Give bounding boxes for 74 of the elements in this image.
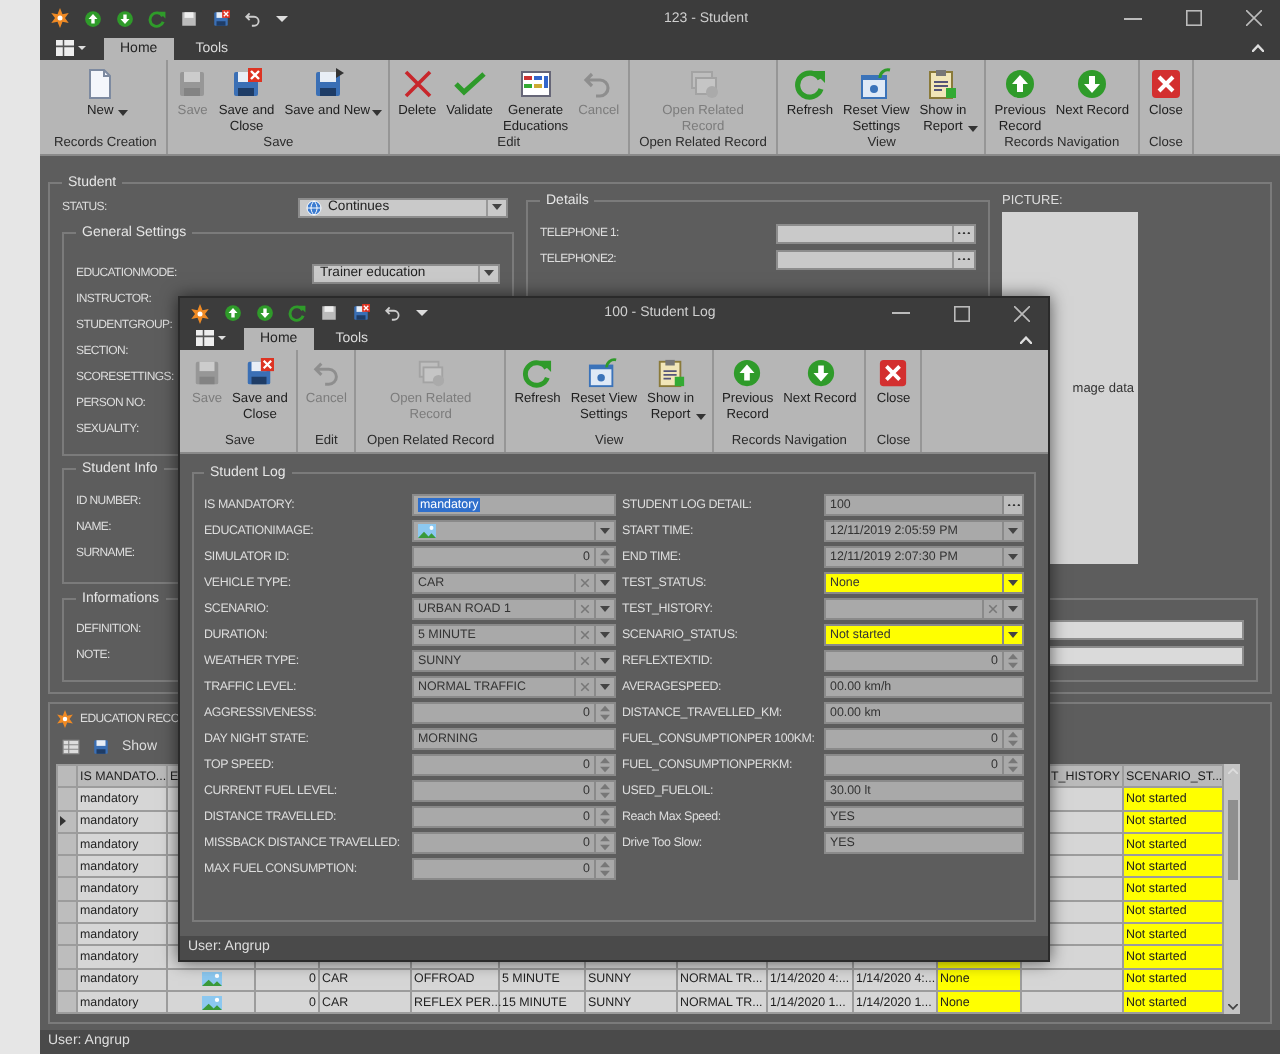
close-icon[interactable] <box>1246 10 1262 26</box>
undo-icon <box>311 358 342 388</box>
row-header <box>57 765 77 788</box>
delete-icon <box>401 68 434 100</box>
floppy-icon <box>176 68 209 100</box>
maximize-icon[interactable] <box>1186 10 1202 26</box>
current-row-icon <box>60 816 66 827</box>
image-icon <box>418 524 436 538</box>
refresh-icon <box>793 68 826 100</box>
collapse-icon[interactable] <box>1020 335 1032 343</box>
floppy-icon[interactable] <box>180 9 198 27</box>
floppy-icon <box>192 358 223 388</box>
table-icon <box>519 68 552 100</box>
clipboard-icon <box>926 68 959 100</box>
grid-icon[interactable] <box>62 738 80 756</box>
maximize-icon[interactable] <box>954 305 970 321</box>
close-icon[interactable] <box>1014 305 1030 321</box>
globe-icon <box>306 199 322 215</box>
caret-icon[interactable] <box>416 310 428 316</box>
lookup-field[interactable] <box>776 223 976 243</box>
page-icon <box>84 68 117 100</box>
star-logo-icon <box>50 8 70 28</box>
dropdown-icon[interactable] <box>600 684 610 690</box>
refresh-icon[interactable] <box>288 304 306 322</box>
down-caret-icon <box>1227 1004 1237 1011</box>
floppy-icon[interactable] <box>92 738 110 756</box>
refresh-icon[interactable] <box>148 9 166 27</box>
floppy-close-icon <box>230 68 263 100</box>
dropdown-icon[interactable] <box>1008 528 1018 534</box>
row-header[interactable] <box>57 810 77 833</box>
floppy-close-icon[interactable] <box>352 304 370 322</box>
dropdown-icon[interactable] <box>1008 632 1018 638</box>
dropdown-icon[interactable] <box>492 204 502 210</box>
minimize-icon[interactable] <box>1124 17 1142 19</box>
dropdown-icon[interactable] <box>600 632 610 638</box>
dropdown-icon[interactable] <box>600 528 610 534</box>
document-stack-icon <box>415 358 446 388</box>
up-arrow-icon[interactable] <box>84 9 102 27</box>
floppy-close-icon[interactable] <box>212 9 230 27</box>
dropdown-icon[interactable] <box>600 658 610 664</box>
down-arrow-icon[interactable] <box>116 9 134 27</box>
undo-icon[interactable] <box>244 9 262 27</box>
down-arrow-icon[interactable] <box>256 304 274 322</box>
dropdown-icon[interactable] <box>1008 554 1018 560</box>
app-menu-icon <box>56 39 74 55</box>
checkmark-icon <box>453 68 486 100</box>
lookup-field[interactable] <box>776 249 976 269</box>
star-logo-icon <box>56 710 74 728</box>
clipboard-icon <box>655 358 686 388</box>
refresh-icon <box>522 358 553 388</box>
dropdown-icon[interactable] <box>600 606 610 612</box>
app-menu-icon <box>196 329 214 345</box>
floppy-close-icon <box>244 358 275 388</box>
window-icon <box>588 358 619 388</box>
scrollbar[interactable] <box>1224 764 1240 1015</box>
dropdown-icon[interactable] <box>1008 580 1018 586</box>
collapse-icon[interactable] <box>1252 44 1264 52</box>
close-icon <box>1149 68 1182 100</box>
dropdown-icon[interactable] <box>600 580 610 586</box>
window-icon <box>860 68 893 100</box>
caret-icon <box>78 45 86 49</box>
dropdown-icon[interactable] <box>1008 606 1018 612</box>
caret-icon[interactable] <box>276 15 288 21</box>
floppy-icon <box>311 68 344 100</box>
dropdown-field[interactable] <box>824 598 1024 620</box>
caret-icon <box>218 335 226 339</box>
undo-icon[interactable] <box>384 304 402 322</box>
floppy-icon[interactable] <box>320 304 338 322</box>
star-logo-icon <box>190 303 210 323</box>
dropdown-icon[interactable] <box>484 270 494 276</box>
document-stack-icon <box>687 68 720 100</box>
close-icon <box>878 358 909 388</box>
undo-icon <box>582 68 615 100</box>
up-arrow-icon[interactable] <box>224 304 242 322</box>
